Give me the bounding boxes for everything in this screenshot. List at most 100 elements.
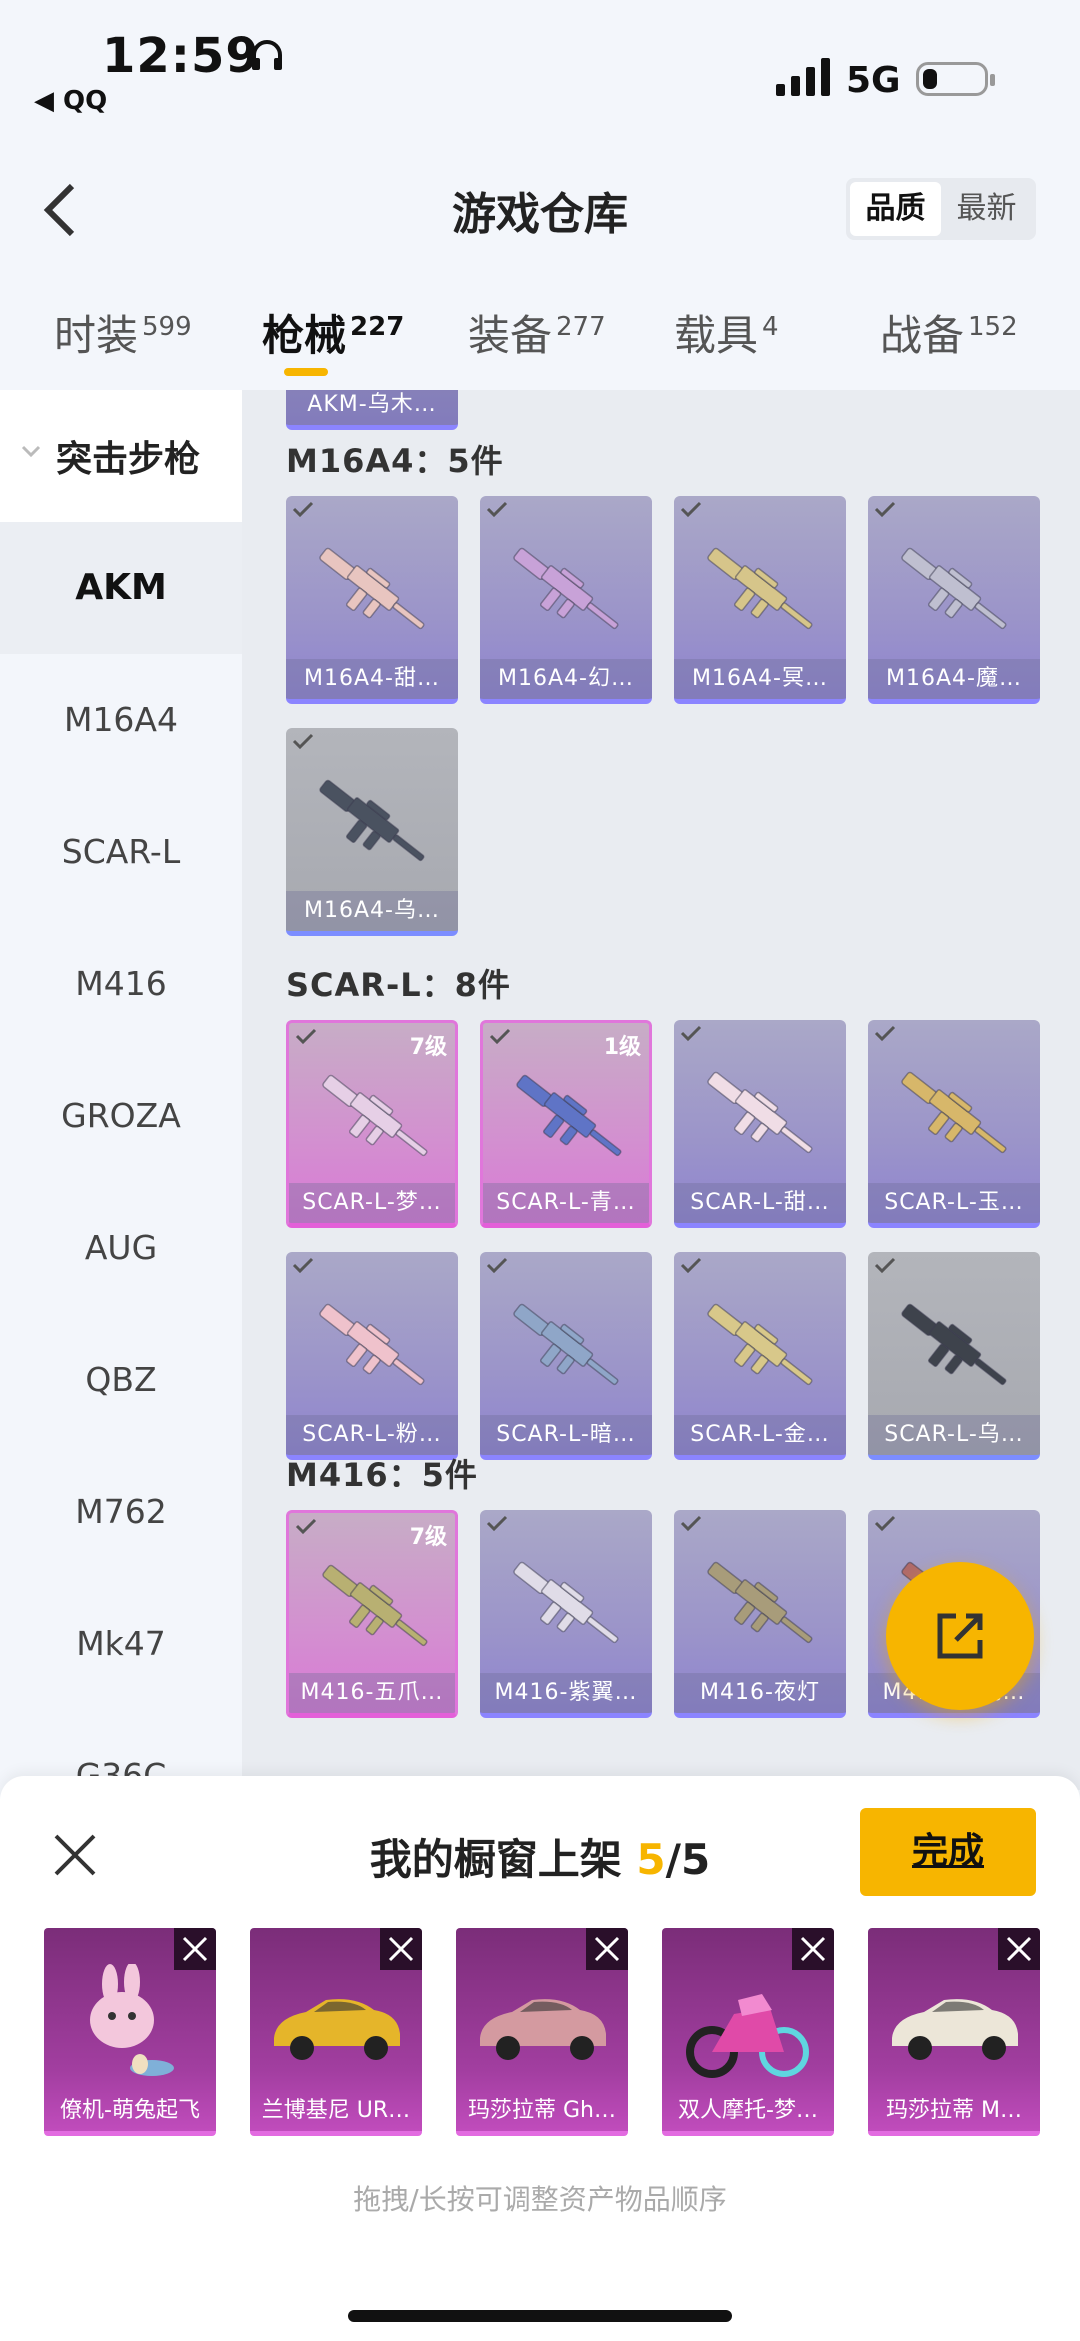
- close-icon: [594, 1936, 620, 1962]
- checkmark-icon: [874, 1257, 896, 1274]
- checkmark-icon: [486, 501, 508, 518]
- shelf-item[interactable]: 双人摩托-梦…: [662, 1928, 834, 2136]
- checkmark-icon: [292, 733, 314, 750]
- checkmark-icon: [874, 1025, 896, 1042]
- sidebar-item-m416[interactable]: M416: [0, 918, 242, 1050]
- card-label: SCAR-L-粉…: [286, 1415, 458, 1455]
- rifle-icon: [319, 547, 425, 630]
- card-label: M416-夜灯: [674, 1673, 846, 1713]
- remove-item-button[interactable]: [792, 1928, 834, 1970]
- tab-label: 枪械: [262, 311, 347, 360]
- battery-icon: [916, 62, 995, 96]
- done-button[interactable]: 完成: [860, 1808, 1036, 1896]
- weapon-card[interactable]: SCAR-L-玉…: [868, 1020, 1040, 1228]
- rifle-icon: [707, 547, 813, 630]
- card-label: M16A4-甜…: [286, 659, 458, 699]
- section-title: SCAR-L：8件: [286, 966, 511, 1004]
- rifle-icon: [901, 1303, 1007, 1386]
- rifle-icon: [513, 1561, 619, 1644]
- sort-option-latest[interactable]: 最新: [941, 182, 1032, 236]
- tab-count: 599: [142, 312, 192, 342]
- sidebar-item-akm[interactable]: AKM: [0, 522, 242, 654]
- shelf-item-label: 玛莎拉蒂 Gh…: [468, 2098, 616, 2123]
- rifle-icon: [322, 1074, 428, 1157]
- tab-vehicles[interactable]: 载具 4: [674, 302, 779, 363]
- active-tab-indicator: [284, 368, 328, 376]
- remove-item-button[interactable]: [380, 1928, 422, 1970]
- sidebar-item-aug[interactable]: AUG: [0, 1182, 242, 1314]
- weapon-card[interactable]: SCAR-L-粉…: [286, 1252, 458, 1460]
- remove-item-button[interactable]: [174, 1928, 216, 1970]
- checkmark-icon: [874, 501, 896, 518]
- card-label: SCAR-L-乌…: [868, 1415, 1040, 1455]
- weapon-card[interactable]: M16A4-冥…: [674, 496, 846, 704]
- weapon-card-partial[interactable]: AKM-乌木…: [286, 390, 458, 430]
- weapon-card[interactable]: 1级 SCAR-L-青…: [480, 1020, 652, 1228]
- weapon-card[interactable]: 7级 M416-五爪…: [286, 1510, 458, 1718]
- rifle-icon: [516, 1074, 622, 1157]
- cellular-signal-icon: [776, 58, 830, 96]
- sidebar-item-m16a4[interactable]: M16A4: [0, 654, 242, 786]
- checkmark-icon: [295, 1518, 317, 1535]
- card-label: M16A4-幻…: [480, 659, 652, 699]
- weapon-card[interactable]: SCAR-L-乌…: [868, 1252, 1040, 1460]
- tab-count: 4: [762, 312, 779, 342]
- tab-fashion[interactable]: 时装 599: [54, 302, 192, 363]
- sort-option-quality[interactable]: 品质: [850, 182, 941, 236]
- shelf-item[interactable]: 兰博基尼 UR…: [250, 1928, 422, 2136]
- shelf-item[interactable]: 僚机-萌兔起飞: [44, 1928, 216, 2136]
- weapon-card[interactable]: 7级 SCAR-L-梦…: [286, 1020, 458, 1228]
- shelf-count: 5: [636, 1835, 666, 1884]
- remove-item-button[interactable]: [586, 1928, 628, 1970]
- tab-supplies[interactable]: 战备 152: [880, 302, 1018, 363]
- sidebar-item-groza[interactable]: GROZA: [0, 1050, 242, 1182]
- sidebar-item-m762[interactable]: M762: [0, 1446, 242, 1578]
- tab-equipment[interactable]: 装备 277: [468, 302, 606, 363]
- weapon-card[interactable]: M16A4-乌…: [286, 728, 458, 936]
- back-to-app-link[interactable]: ◀ QQ: [34, 86, 107, 116]
- rifle-icon: [322, 1564, 428, 1647]
- car-icon: [892, 1999, 1018, 2060]
- shelf-item[interactable]: 玛莎拉蒂 Gh…: [456, 1928, 628, 2136]
- network-type: 5G: [846, 60, 901, 101]
- checkmark-icon: [292, 501, 314, 518]
- close-icon: [800, 1936, 826, 1962]
- shelf-item-label: 僚机-萌兔起飞: [60, 2098, 200, 2123]
- rifle-icon: [707, 1071, 813, 1154]
- weapon-card[interactable]: M416-紫翼…: [480, 1510, 652, 1718]
- tab-weapons[interactable]: 枪械 227: [262, 302, 404, 363]
- sidebar-item-mk47[interactable]: Mk47: [0, 1578, 242, 1710]
- checkmark-icon: [874, 1515, 896, 1532]
- weapon-card[interactable]: M16A4-魔…: [868, 496, 1040, 704]
- tab-label: 装备: [468, 311, 553, 360]
- weapon-card[interactable]: M16A4-甜…: [286, 496, 458, 704]
- home-indicator[interactable]: [348, 2310, 732, 2322]
- weapon-card[interactable]: M16A4-幻…: [480, 496, 652, 704]
- status-time: 12:59: [102, 28, 260, 84]
- checkmark-icon: [680, 501, 702, 518]
- sidebar-group-assault-rifles[interactable]: 突击步枪: [0, 390, 242, 522]
- bunny-companion-icon: [90, 1964, 174, 2076]
- tab-label: 载具: [674, 311, 759, 360]
- weapon-card[interactable]: SCAR-L-暗…: [480, 1252, 652, 1460]
- card-label: SCAR-L-青…: [483, 1183, 649, 1223]
- weapon-card[interactable]: SCAR-L-甜…: [674, 1020, 846, 1228]
- card-label: SCAR-L-暗…: [480, 1415, 652, 1455]
- card-label: AKM-乌木…: [286, 390, 458, 425]
- share-button[interactable]: [886, 1562, 1034, 1710]
- rifle-icon: [513, 547, 619, 630]
- close-icon: [182, 1936, 208, 1962]
- sidebar-item-qbz[interactable]: QBZ: [0, 1314, 242, 1446]
- sidebar-item-scar-l[interactable]: SCAR-L: [0, 786, 242, 918]
- card-label: M416-五爪…: [289, 1673, 455, 1713]
- reorder-hint: 拖拽/长按可调整资产物品顺序: [353, 2183, 727, 2216]
- remove-item-button[interactable]: [998, 1928, 1040, 1970]
- weapon-card[interactable]: M416-夜灯: [674, 1510, 846, 1718]
- shelf-item-label: 双人摩托-梦…: [678, 2098, 818, 2123]
- shelf-item[interactable]: 玛莎拉蒂 M…: [868, 1928, 1040, 2136]
- weapon-card[interactable]: SCAR-L-金…: [674, 1252, 846, 1460]
- card-label: SCAR-L-玉…: [868, 1183, 1040, 1223]
- share-export-icon: [937, 1613, 983, 1659]
- weapon-type-sidebar: 突击步枪 AKM M16A4 SCAR-L M416 GROZA AUG QBZ…: [0, 390, 242, 1790]
- category-tabs: 时装 599 枪械 227 装备 277 载具 4 战备 152: [0, 280, 1080, 380]
